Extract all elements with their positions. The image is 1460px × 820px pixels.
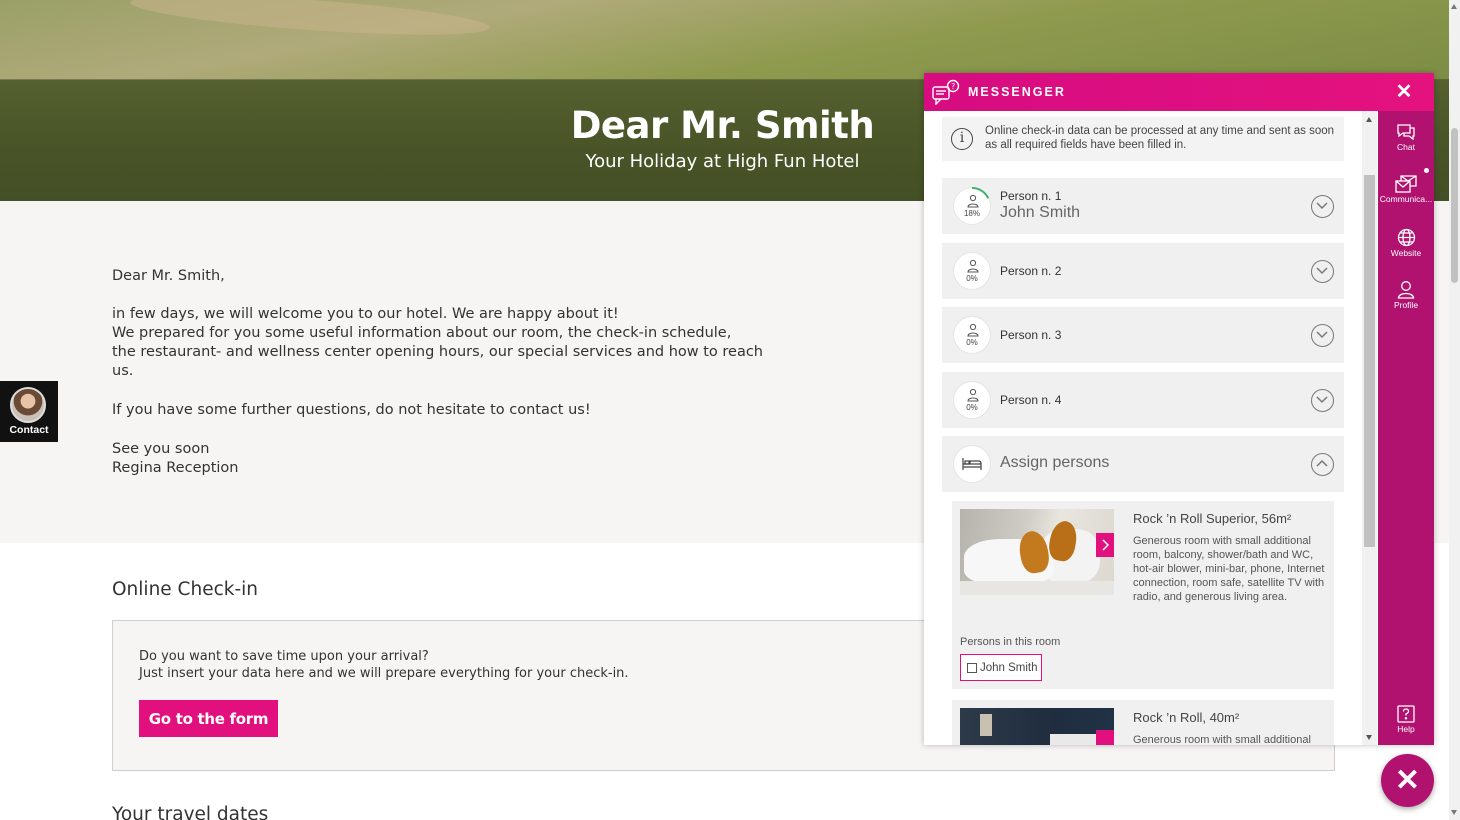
messenger-panel: ? MESSENGER ✕ i Online check-in data can… [924, 73, 1434, 745]
bed-circle [953, 445, 991, 483]
progress-percent: 0% [966, 338, 978, 347]
sidebar-label: Communica... [1379, 194, 1433, 204]
messenger-close-button[interactable]: ✕ [1394, 82, 1414, 102]
room-image [960, 509, 1114, 595]
travel-dates-title: Your travel dates [112, 804, 269, 820]
user-icon [967, 259, 979, 273]
messenger-icon: ? [932, 79, 960, 105]
svg-text:?: ? [951, 82, 955, 91]
contact-tab[interactable]: Contact [0, 381, 58, 442]
room-title: Rock ’n Roll Superior, 56m² [1133, 511, 1292, 526]
progress-percent: 18% [963, 209, 980, 218]
avatar [10, 387, 46, 423]
person-name: John Smith [1000, 204, 1081, 221]
assign-persons-item[interactable]: Assign persons [942, 436, 1344, 492]
sidebar-label: Chat [1397, 142, 1415, 152]
letter-line: the restaurant- and wellness center open… [112, 344, 763, 360]
letter-closing: See you soon [112, 441, 210, 457]
image-next-button[interactable] [1096, 533, 1114, 557]
info-icon: i [951, 128, 973, 150]
room-card: Rock ’n Roll Superior, 56m² Generous roo… [952, 501, 1334, 689]
chevron-down-icon[interactable] [1311, 324, 1334, 347]
sidebar-label: Help [1397, 724, 1415, 734]
sidebar-item-communication[interactable]: Communica... [1378, 175, 1434, 204]
user-icon [967, 323, 979, 337]
room-card: Rock ’n Roll, 40m² Generous room with sm… [952, 700, 1334, 745]
checkin-title: Online Check-in [112, 579, 259, 600]
messenger-sidebar: Chat Communica... Website Profile Help [1378, 111, 1434, 745]
progress-circle: 0% [953, 252, 991, 290]
checkin-text: Do you want to save time upon your arriv… [139, 649, 429, 664]
checkin-text: Just insert your data here and we will p… [139, 666, 629, 681]
person-label: Person n. 3 [1000, 328, 1062, 342]
person-label: Person n. 2 [1000, 264, 1062, 278]
sidebar-label: Profile [1393, 300, 1419, 310]
letter-line: We prepared for you some useful informat… [112, 325, 732, 341]
letter-signature: Regina Reception [112, 460, 239, 476]
person-label: Person n. 4 [1000, 393, 1062, 407]
messenger-header: ? MESSENGER ✕ [924, 73, 1434, 111]
communication-icon [1395, 175, 1417, 193]
info-text: Online check-in data can be processed at… [985, 125, 1335, 151]
sidebar-label: Website [1390, 248, 1422, 258]
room-description: Generous room with small additional room… [1133, 535, 1325, 603]
globe-icon [1397, 228, 1415, 247]
person-item-3[interactable]: 0% Person n. 3 [942, 307, 1344, 363]
assign-persons-label: Assign persons [1000, 454, 1110, 471]
info-box: i Online check-in data can be processed … [942, 117, 1344, 161]
progress-circle: 18% [953, 187, 991, 225]
person-item-1[interactable]: 18% Person n. 1 John Smith [942, 178, 1344, 234]
messenger-scrollbar[interactable] [1362, 111, 1377, 745]
contact-label: Contact [9, 424, 49, 436]
sidebar-item-website[interactable]: Website [1378, 228, 1434, 258]
user-icon [967, 388, 979, 402]
image-next-button[interactable] [1096, 730, 1114, 745]
sidebar-item-help[interactable]: Help [1378, 705, 1434, 734]
go-to-form-button[interactable]: Go to the form [139, 700, 278, 737]
help-icon [1397, 705, 1415, 723]
page-scrollbar[interactable] [1449, 0, 1460, 820]
progress-percent: 0% [966, 403, 978, 412]
persons-in-room-label: Persons in this room [960, 636, 1061, 648]
person-item-4[interactable]: 0% Person n. 4 [942, 372, 1344, 428]
messenger-title: MESSENGER [968, 85, 1066, 99]
room-title: Rock ’n Roll, 40m² [1133, 710, 1240, 725]
chevron-up-icon[interactable] [1311, 453, 1334, 476]
chevron-right-icon [1102, 539, 1110, 551]
chip-label: John Smith [980, 661, 1038, 674]
scroll-down-arrow[interactable] [1366, 735, 1372, 740]
progress-circle: 0% [953, 381, 991, 419]
room-image [960, 708, 1114, 745]
notification-dot [1424, 168, 1429, 173]
progress-percent: 0% [966, 274, 978, 283]
letter-greeting: Dear Mr. Smith, [112, 268, 225, 284]
scrollbar-thumb[interactable] [1451, 128, 1458, 283]
checkbox[interactable] [967, 663, 977, 673]
messenger-toggle-close-button[interactable]: ✕ [1381, 754, 1434, 807]
chevron-down-icon[interactable] [1311, 195, 1334, 218]
profile-icon [1397, 281, 1415, 299]
messenger-body: i Online check-in data can be processed … [924, 111, 1378, 745]
scroll-down-arrow[interactable] [1451, 810, 1457, 815]
user-icon [967, 194, 979, 208]
letter-line: us. [112, 363, 134, 379]
chevron-down-icon[interactable] [1311, 389, 1334, 412]
scroll-up-arrow[interactable] [1451, 4, 1457, 9]
progress-circle: 0% [953, 316, 991, 354]
sidebar-item-profile[interactable]: Profile [1378, 280, 1434, 310]
scroll-up-arrow[interactable] [1366, 117, 1372, 122]
person-chip-checkbox[interactable]: John Smith [960, 654, 1042, 681]
scrollbar-thumb[interactable] [1364, 175, 1375, 547]
letter-line: in few days, we will welcome you to our … [112, 306, 619, 322]
room-description: Generous room with small additional [1133, 734, 1311, 745]
chevron-down-icon[interactable] [1311, 260, 1334, 283]
person-item-2[interactable]: 0% Person n. 2 [942, 243, 1344, 299]
person-label: Person n. 1 [1000, 189, 1062, 203]
bed-icon [962, 458, 982, 470]
chat-icon [1397, 124, 1415, 141]
sidebar-item-chat[interactable]: Chat [1378, 123, 1434, 152]
letter-line: If you have some further questions, do n… [112, 402, 591, 418]
